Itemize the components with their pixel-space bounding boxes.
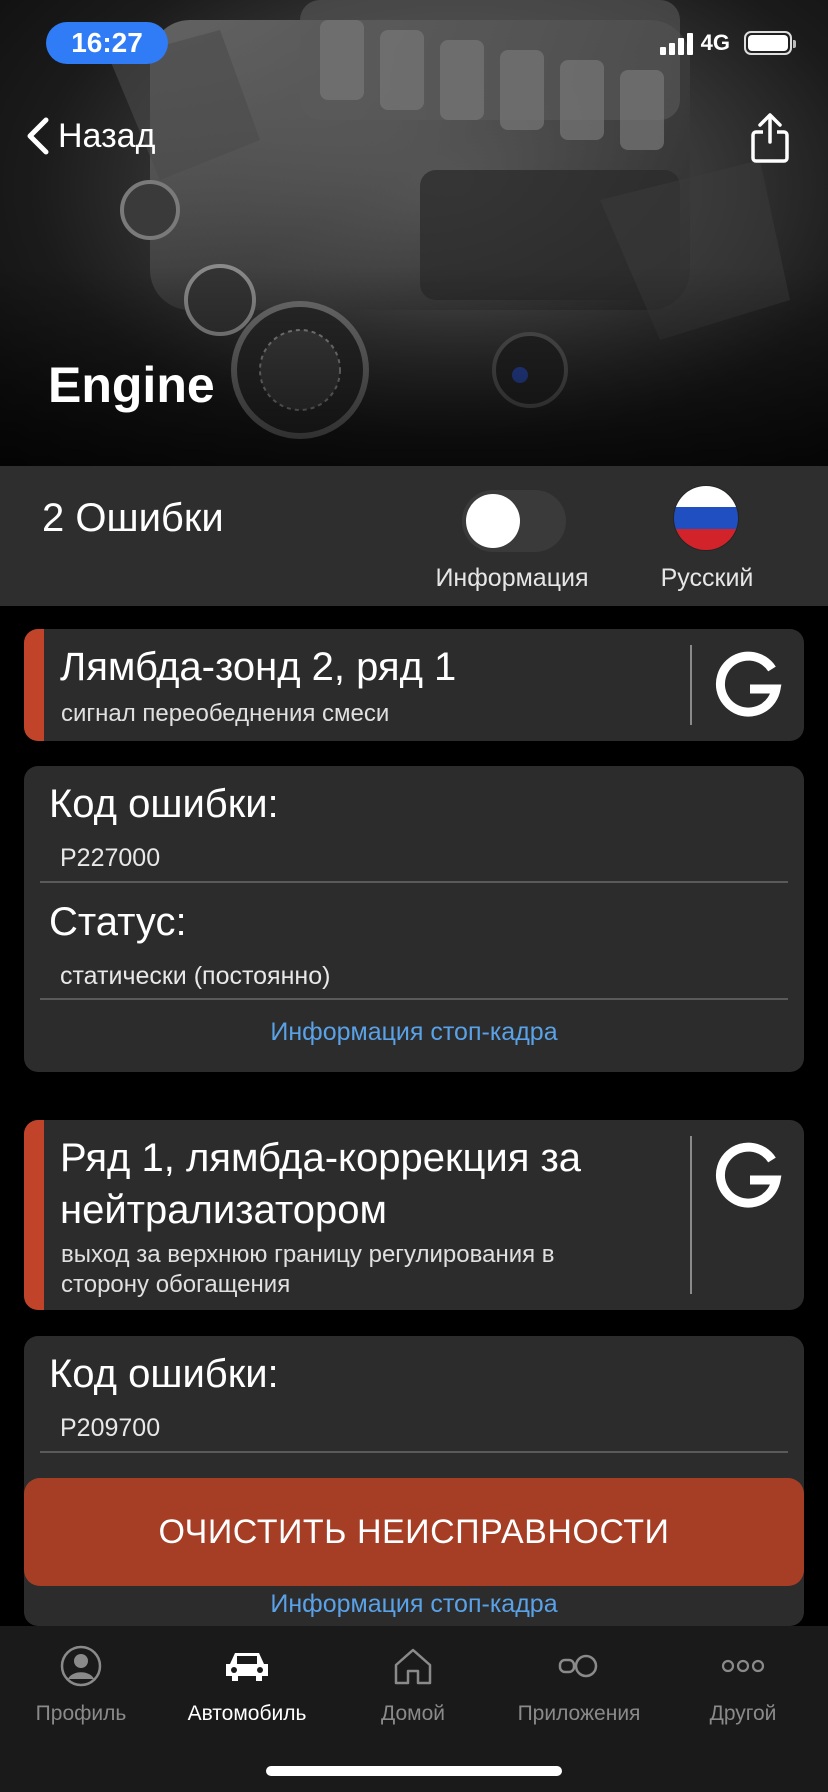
info-toggle-label: Информация bbox=[435, 564, 589, 592]
fault-title-line-1: Ряд 1, лямбда-коррекция за bbox=[60, 1136, 582, 1180]
back-label: Назад bbox=[58, 116, 156, 155]
fault-code-value: P209700 bbox=[60, 1414, 161, 1442]
tab-label: Профиль bbox=[35, 1702, 127, 1725]
freeze-frame-link[interactable]: Информация стоп-кадра bbox=[24, 1018, 804, 1047]
divider bbox=[690, 1136, 692, 1294]
home-indicator[interactable] bbox=[266, 1766, 562, 1776]
code-label: Код ошибки: bbox=[49, 782, 279, 826]
fault-title-line-2: нейтрализатором bbox=[60, 1188, 387, 1232]
tab-profile[interactable]: Профиль bbox=[6, 1640, 156, 1726]
fault-severity-bar bbox=[24, 1120, 44, 1310]
clear-faults-button[interactable]: ОЧИСТИТЬ НЕИСПРАВНОСТИ bbox=[24, 1478, 804, 1586]
network-type: 4G bbox=[700, 30, 730, 55]
language-label: Русский bbox=[660, 564, 754, 592]
status-value: статически (постоянно) bbox=[60, 962, 331, 990]
russia-flag-icon[interactable] bbox=[674, 486, 738, 550]
toggle-knob bbox=[466, 494, 520, 548]
google-g-icon bbox=[715, 1142, 782, 1208]
freeze-frame-link[interactable]: Информация стоп-кадра bbox=[24, 1590, 804, 1619]
tab-more[interactable]: Другой bbox=[668, 1640, 818, 1726]
fault-title: Лямбда-зонд 2, ряд 1 bbox=[60, 645, 457, 689]
divider bbox=[690, 645, 692, 725]
page-title: Engine bbox=[48, 357, 215, 413]
car-icon bbox=[226, 1653, 268, 1681]
app-screen: 16:27 4G Назад Engine 2 Ошибки Информаци… bbox=[0, 0, 828, 1792]
tab-home[interactable]: Домой bbox=[338, 1640, 488, 1726]
fault-code-value: P227000 bbox=[60, 844, 161, 872]
home-icon bbox=[394, 1648, 432, 1685]
google-search-button[interactable] bbox=[712, 1140, 784, 1212]
divider bbox=[40, 998, 788, 1000]
share-button[interactable] bbox=[750, 112, 790, 169]
apps-icon bbox=[558, 1654, 598, 1678]
status-label: Статус: bbox=[49, 900, 187, 944]
status-indicators: 4G bbox=[659, 30, 796, 56]
tab-vehicle[interactable]: Автомобиль bbox=[172, 1640, 322, 1726]
code-label: Код ошибки: bbox=[49, 1352, 279, 1396]
fault-summary-bar: 2 Ошибки Информация Русский bbox=[0, 466, 828, 606]
fault-card-1[interactable]: Лямбда-зонд 2, ряд 1 сигнал переобеднени… bbox=[24, 629, 804, 741]
profile-icon bbox=[60, 1645, 102, 1687]
tab-label: Домой bbox=[381, 1702, 445, 1725]
fault-severity-bar bbox=[24, 629, 44, 741]
google-search-button[interactable] bbox=[712, 649, 784, 721]
info-toggle[interactable] bbox=[462, 490, 566, 552]
fault-card-2[interactable]: Ряд 1, лямбда-коррекция за нейтрализатор… bbox=[24, 1120, 804, 1310]
engine-hero-image: 16:27 4G Назад Engine bbox=[0, 0, 828, 466]
fault-description: выход за верхнюю границу регулирования в… bbox=[61, 1240, 664, 1300]
battery-icon bbox=[744, 31, 796, 55]
back-button[interactable]: Назад bbox=[24, 116, 155, 156]
status-time: 16:27 bbox=[46, 22, 168, 64]
chevron-left-icon bbox=[27, 117, 49, 155]
google-g-icon bbox=[715, 651, 782, 717]
fault-title: Ряд 1, лямбда-коррекция за нейтрализатор… bbox=[60, 1132, 664, 1236]
cellular-signal-icon bbox=[659, 31, 693, 55]
fault-description: сигнал переобеднения смеси bbox=[61, 700, 390, 727]
more-icon bbox=[721, 1659, 765, 1673]
error-count: 2 Ошибки bbox=[42, 496, 224, 540]
share-icon bbox=[751, 113, 789, 163]
fault-description-line-1: выход за верхнюю границу регулирования в bbox=[61, 1241, 555, 1268]
divider bbox=[40, 881, 788, 883]
tab-apps[interactable]: Приложения bbox=[504, 1640, 654, 1726]
fault-description-line-2: сторону обогащения bbox=[61, 1271, 291, 1298]
tab-label: Автомобиль bbox=[187, 1702, 307, 1725]
divider bbox=[40, 1451, 788, 1453]
tab-label: Другой bbox=[709, 1702, 777, 1725]
tab-label: Приложения bbox=[517, 1702, 641, 1725]
fault-details-1: Код ошибки: P227000 Статус: статически (… bbox=[24, 766, 804, 1072]
